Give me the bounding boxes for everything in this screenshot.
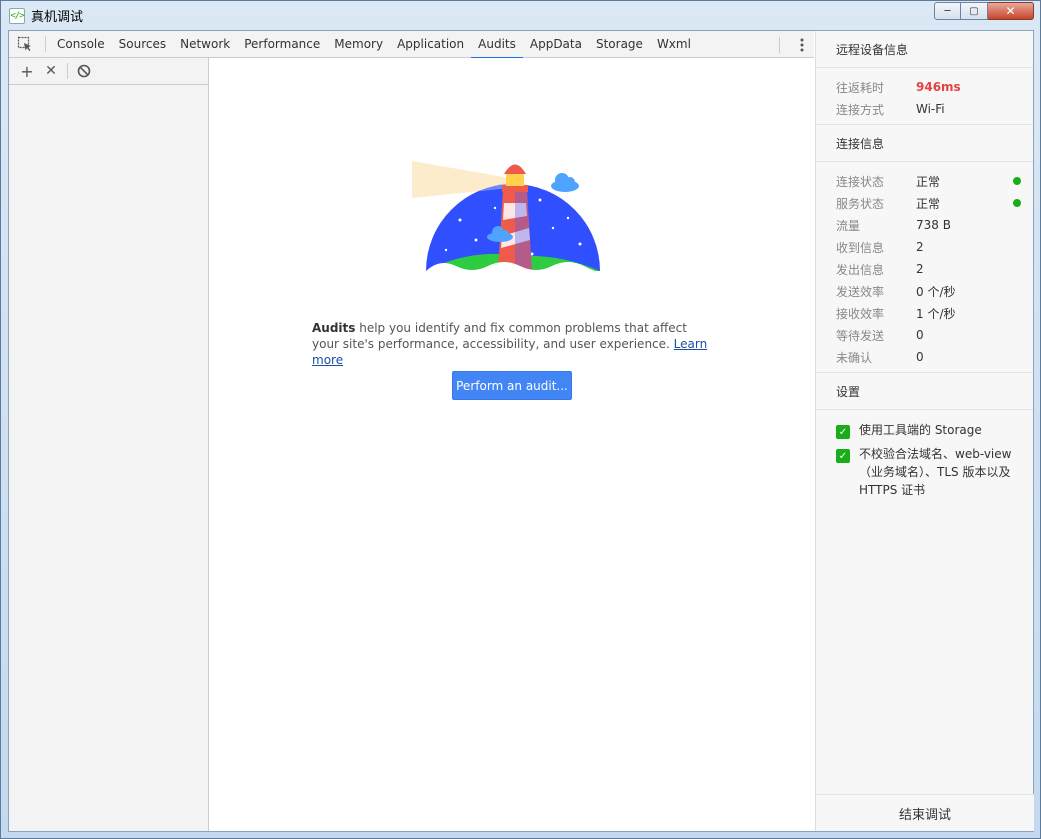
setting-use-tool-storage[interactable]: ✓ 使用工具端的 Storage [816, 418, 1033, 442]
end-debug-button[interactable]: 结束调试 [816, 794, 1034, 831]
close-icon: ✕ [45, 63, 57, 79]
minimize-icon: ─ [944, 5, 951, 17]
close-button[interactable]: ✕ [988, 2, 1034, 20]
tab-memory[interactable]: Memory [327, 31, 390, 58]
close-icon: ✕ [1005, 4, 1016, 18]
window-controls: ─ ▢ ✕ [934, 2, 1034, 20]
tab-network[interactable]: Network [173, 31, 237, 58]
audits-sidebar-toolbar: + ✕ [9, 58, 208, 85]
remote-device-info-list: 往返耗时 946ms 连接方式 Wi-Fi [816, 68, 1033, 125]
tab-storage[interactable]: Storage [589, 31, 650, 58]
perform-audit-button[interactable]: Perform an audit... [452, 371, 572, 400]
settings-list: ✓ 使用工具端的 Storage ✓ 不校验合法域名、web-view（业务域名… [816, 410, 1033, 510]
clear-all-button[interactable] [72, 59, 96, 83]
info-row-service-status: 服务状态 正常 [816, 192, 1033, 214]
devtools-client: Console Sources Network Performance Memo… [8, 30, 1034, 832]
connection-info-title: 连接信息 [816, 125, 1033, 162]
tab-audits[interactable]: Audits [471, 31, 523, 59]
lighthouse-illustration-icon [412, 161, 600, 272]
maximize-icon: ▢ [969, 5, 979, 17]
new-audit-button[interactable]: + [15, 59, 39, 83]
status-ok-icon [1013, 177, 1021, 185]
title-bar[interactable]: </> 真机调试 ─ ▢ ✕ [1, 1, 1040, 30]
info-row-connection-status: 连接状态 正常 [816, 170, 1033, 192]
remove-audit-button[interactable]: ✕ [39, 59, 63, 83]
status-ok-icon [1013, 199, 1021, 207]
toolbar-divider [67, 63, 68, 79]
checkbox-checked-icon[interactable]: ✓ [836, 449, 850, 463]
info-row-send-rate: 发送效率 0 个/秒 [836, 284, 956, 299]
audits-description: Audits help you identify and fix common … [312, 320, 712, 368]
minimize-button[interactable]: ─ [934, 2, 961, 20]
tab-application[interactable]: Application [390, 31, 471, 58]
connection-info-list: 连接状态 正常 服务状态 正常 流量 738 B 收到信息 2 发出信息 2 发… [816, 162, 1033, 373]
tab-console[interactable]: Console [50, 31, 112, 58]
plus-icon: + [20, 61, 34, 81]
toolbar-divider [45, 36, 46, 52]
info-row-received: 收到信息 2 [836, 240, 924, 255]
checkbox-checked-icon[interactable]: ✓ [836, 425, 850, 439]
inspect-cursor-icon [17, 36, 31, 51]
info-row-pending: 等待发送 0 [836, 328, 924, 343]
info-row-sent: 发出信息 2 [836, 262, 924, 277]
more-options-button[interactable] [800, 31, 804, 58]
inspect-element-button[interactable] [9, 31, 41, 58]
info-row-latency: 往返耗时 946ms [836, 80, 961, 95]
vertical-dots-icon [800, 38, 804, 51]
toolbar-divider [779, 37, 780, 53]
remote-device-info-title: 远程设备信息 [816, 31, 1033, 68]
audits-description-text: help you identify and fix common problem… [312, 321, 687, 351]
tab-appdata[interactable]: AppData [523, 31, 589, 58]
info-row-traffic: 流量 738 B [836, 218, 951, 233]
tab-wxml[interactable]: Wxml [650, 31, 698, 58]
block-icon [77, 64, 91, 78]
settings-title: 设置 [816, 373, 1033, 410]
app-window: </> 真机调试 ─ ▢ ✕ Console Sources Network P… [0, 0, 1041, 839]
info-row-unconfirmed: 未确认 0 [836, 350, 924, 365]
code-brackets-icon: </> [9, 7, 25, 24]
tab-sources[interactable]: Sources [112, 31, 173, 58]
window-title: 真机调试 [31, 10, 84, 25]
audits-bold-label: Audits [312, 321, 356, 335]
maximize-button[interactable]: ▢ [961, 2, 988, 20]
audits-sidebar: + ✕ [9, 58, 209, 831]
setting-skip-domain-check[interactable]: ✓ 不校验合法域名、web-view（业务域名）、TLS 版本以及 HTTPS … [816, 442, 1033, 502]
info-row-connection-type: 连接方式 Wi-Fi [836, 102, 945, 117]
info-row-receive-rate: 接收效率 1 个/秒 [836, 306, 956, 321]
audits-main: Audits help you identify and fix common … [210, 58, 814, 831]
tab-performance[interactable]: Performance [237, 31, 327, 58]
remote-device-panel: 远程设备信息 往返耗时 946ms 连接方式 Wi-Fi 连接信息 连接状态 正… [815, 31, 1034, 831]
devtools-tabbar: Console Sources Network Performance Memo… [9, 31, 814, 59]
